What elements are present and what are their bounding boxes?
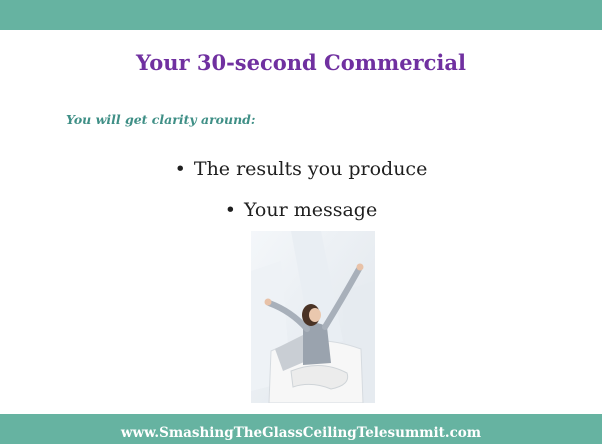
bullet-marker: •	[224, 199, 237, 221]
celebrating-woman-photo	[251, 231, 375, 403]
bullet-item-results: • The results you produce	[0, 158, 602, 180]
bullet-text: Your message	[244, 199, 378, 221]
footer-website-url: www.SmashingTheGlassCeilingTelesummit.co…	[120, 425, 482, 441]
bullet-item-message: • Your message	[0, 199, 602, 221]
slide-subtitle: You will get clarity around:	[66, 112, 256, 127]
bullet-marker: •	[174, 158, 186, 180]
bullet-text: The results you produce	[193, 158, 428, 180]
slide-title: Your 30-second Commercial	[136, 50, 466, 75]
top-banner	[0, 0, 602, 30]
